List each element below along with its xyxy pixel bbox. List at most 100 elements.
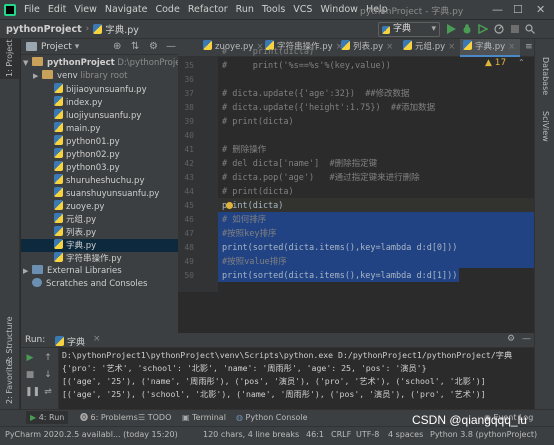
python-file-icon bbox=[203, 40, 212, 50]
tree-item-file[interactable]: main.py bbox=[21, 122, 178, 135]
tree-item-file[interactable]: 字符串操作.py bbox=[21, 252, 178, 265]
menu-refactor[interactable]: Refactor bbox=[184, 4, 232, 15]
side-tab-favorites[interactable]: 2: Favorites bbox=[5, 358, 14, 404]
stop-icon[interactable] bbox=[510, 24, 520, 34]
tree-item-file-selected[interactable]: 字典.py bbox=[21, 239, 178, 252]
project-panel-title[interactable]: Project bbox=[41, 42, 72, 52]
menu-window[interactable]: Window bbox=[316, 4, 361, 15]
menu-tools[interactable]: Tools bbox=[258, 4, 289, 15]
editor-empty-area[interactable] bbox=[178, 292, 534, 333]
side-tab-sciview[interactable]: SciView bbox=[541, 111, 550, 142]
rerun-icon[interactable]: ▶ bbox=[25, 353, 35, 363]
status-encoding[interactable]: UTF-8 bbox=[356, 430, 379, 439]
left-tool-strip: 1: Project 7: Structure 2: Favorites bbox=[0, 39, 20, 409]
run-config-tab[interactable]: 字典 bbox=[67, 335, 85, 348]
chevron-up-icon[interactable]: ⌃ bbox=[518, 58, 525, 67]
tab-list[interactable]: 列表.py × bbox=[338, 39, 393, 57]
lightbulb-icon[interactable] bbox=[226, 202, 233, 209]
scroll-down-icon[interactable]: ↓ bbox=[43, 370, 53, 380]
menu-code[interactable]: Code bbox=[151, 4, 183, 15]
profile-icon[interactable] bbox=[494, 24, 504, 34]
run-icon[interactable] bbox=[446, 24, 456, 34]
bottom-tab-run[interactable]: ▶ 4: Run bbox=[26, 411, 69, 424]
tree-item-file[interactable]: zuoye.py bbox=[21, 200, 178, 213]
menu-view[interactable]: View bbox=[70, 4, 101, 15]
close-icon[interactable]: × bbox=[386, 42, 393, 52]
tree-item-file[interactable]: index.py bbox=[21, 96, 178, 109]
tree-item-label: Scratches and Consoles bbox=[46, 279, 148, 289]
status-line-separator[interactable]: CRLF bbox=[331, 430, 351, 439]
python-file-icon bbox=[93, 24, 103, 34]
bottom-tab-label: Python Console bbox=[245, 413, 308, 422]
tree-item-file[interactable]: suanshuyunsuanfu.py bbox=[21, 187, 178, 200]
tree-item-file[interactable]: bijiaoyunsuanfu.py bbox=[21, 83, 178, 96]
tree-item-label: 列表.py bbox=[66, 228, 97, 238]
close-icon[interactable]: × bbox=[508, 42, 515, 52]
line-number: 37 bbox=[184, 89, 194, 98]
project-panel-empty bbox=[21, 294, 178, 333]
status-caret-position[interactable]: 46:1 bbox=[306, 430, 324, 439]
tree-item-file[interactable]: python01.py bbox=[21, 135, 178, 148]
breadcrumb-project[interactable]: pythonProject bbox=[0, 24, 82, 35]
scroll-up-icon[interactable]: ↑ bbox=[43, 353, 53, 363]
breadcrumb-file[interactable]: 字典.py bbox=[105, 22, 139, 36]
collapse-all-icon[interactable]: ⇅ bbox=[131, 41, 139, 52]
tree-item-file[interactable]: python02.py bbox=[21, 148, 178, 161]
bottom-tab-todo[interactable]: ☰ TODO bbox=[138, 411, 171, 424]
code-line: # dicta.update({'age':32}) ##修改数据 bbox=[222, 89, 410, 99]
bottom-tab-problems[interactable]: ⓿ 6: Problems bbox=[80, 411, 138, 424]
search-everywhere-icon[interactable] bbox=[525, 24, 535, 34]
debug-icon[interactable] bbox=[462, 24, 472, 34]
soft-wrap-icon[interactable]: ⇌ bbox=[43, 387, 53, 397]
minimize-button[interactable]: — bbox=[492, 3, 503, 16]
warning-indicator[interactable]: ▲ 17 bbox=[485, 58, 506, 68]
tree-item-file[interactable]: python03.py bbox=[21, 161, 178, 174]
tree-item-scratches[interactable]: Scratches and Consoles bbox=[21, 278, 178, 291]
locate-icon[interactable]: ⊕ bbox=[113, 41, 121, 52]
close-icon[interactable]: × bbox=[448, 42, 455, 52]
tree-item-file[interactable]: shuruheshuchu.py bbox=[21, 174, 178, 187]
tree-item-file[interactable]: luojiyunsuanfu.py bbox=[21, 109, 178, 122]
pause-icon[interactable]: ❚❚ bbox=[25, 387, 40, 397]
menu-vcs[interactable]: VCS bbox=[289, 4, 316, 15]
gear-icon[interactable]: ⚙ bbox=[149, 41, 158, 52]
watermark-text: CSDN @qiangqqq_lu bbox=[412, 413, 527, 427]
tree-item-venv[interactable]: ▶ venv library root bbox=[21, 70, 178, 83]
menu-edit[interactable]: Edit bbox=[44, 4, 70, 15]
maximize-button[interactable]: ☐ bbox=[513, 3, 523, 16]
run-config-select[interactable]: 字典 ▾ bbox=[378, 22, 440, 37]
side-tab-database[interactable]: Database bbox=[541, 57, 550, 95]
status-interpreter[interactable]: Python 3.8 (pythonProject) bbox=[430, 430, 537, 439]
status-indent[interactable]: 4 spaces bbox=[388, 430, 423, 439]
menu-run[interactable]: Run bbox=[232, 4, 258, 15]
tree-item-label: index.py bbox=[66, 98, 103, 108]
bottom-tab-python-console[interactable]: ◍ Python Console bbox=[236, 411, 308, 424]
gear-icon[interactable]: ⚙ bbox=[507, 334, 515, 344]
bottom-tab-label: 4: Run bbox=[38, 413, 65, 422]
code-line: #按照value排序 bbox=[222, 257, 287, 267]
chevron-down-icon[interactable]: ▾ bbox=[75, 42, 80, 52]
menu-file[interactable]: File bbox=[20, 4, 44, 15]
code-line: #按照key排序 bbox=[222, 229, 277, 239]
tree-item-external-libraries[interactable]: ▶ External Libraries bbox=[21, 265, 178, 278]
close-icon[interactable]: × bbox=[93, 334, 101, 344]
coverage-icon[interactable] bbox=[478, 24, 488, 34]
tab-menu-icon[interactable]: ≡ bbox=[525, 42, 533, 52]
side-tab-project[interactable]: 1: Project bbox=[5, 39, 14, 77]
status-selection: 120 chars, 4 line breaks bbox=[203, 430, 300, 439]
close-window-button[interactable]: ✕ bbox=[536, 3, 545, 16]
run-panel-label: Run: bbox=[25, 335, 46, 345]
hide-panel-icon[interactable]: — bbox=[522, 334, 531, 344]
bottom-tab-terminal[interactable]: ▣ Terminal bbox=[182, 411, 226, 424]
tree-item-file[interactable]: 元组.py bbox=[21, 213, 178, 226]
status-message[interactable]: PyCharm 2020.2.5 availabl... (today 15:2… bbox=[5, 430, 178, 439]
tree-root-folder[interactable]: ▼ pythonProject D:\pythonProject1 bbox=[21, 57, 178, 70]
tab-tuple[interactable]: 元组.py × bbox=[400, 39, 455, 57]
line-number: 45 bbox=[184, 201, 194, 210]
menu-navigate[interactable]: Navigate bbox=[101, 4, 152, 15]
tree-item-file[interactable]: 列表.py bbox=[21, 226, 178, 239]
stop-icon[interactable]: ■ bbox=[25, 370, 35, 380]
tab-dict[interactable]: 字典.py × bbox=[460, 39, 520, 57]
problems-icon: ⓿ bbox=[80, 413, 91, 422]
hide-panel-icon[interactable]: — bbox=[166, 41, 176, 52]
